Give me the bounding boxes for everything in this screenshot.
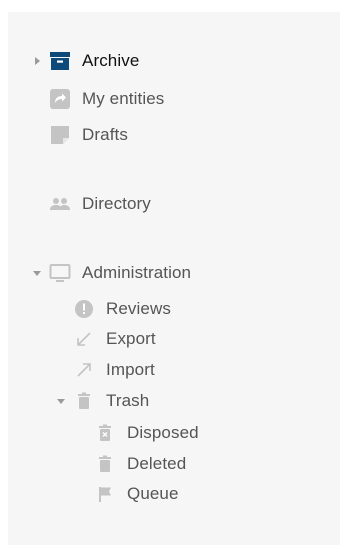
nav-item-import[interactable]: Import: [72, 355, 155, 385]
nav-item-label: Deleted: [127, 454, 187, 473]
nav-item-label: Archive: [82, 51, 140, 70]
arrow-down-left-icon: [72, 327, 96, 351]
alert-circle-icon: [72, 297, 96, 321]
nav-item-disposed[interactable]: Disposed: [93, 418, 199, 448]
share-icon: [48, 87, 72, 111]
nav-item-queue[interactable]: Queue: [93, 479, 179, 509]
nav-item-export[interactable]: Export: [72, 324, 156, 354]
nav-item-administration[interactable]: Administration: [32, 258, 191, 288]
trash-x-icon: [93, 421, 117, 445]
nav-item-label: My entities: [82, 89, 165, 108]
nav-item-deleted[interactable]: Deleted: [93, 449, 186, 479]
chevron-right-icon[interactable]: [32, 46, 42, 76]
people-icon: [48, 192, 72, 216]
nav-item-label: Reviews: [106, 299, 171, 318]
nav-item-label: Trash: [106, 391, 150, 410]
monitor-icon: [48, 261, 72, 285]
archive-icon: [48, 49, 72, 73]
trash-icon: [72, 389, 96, 413]
nav-item-label: Import: [106, 360, 155, 379]
nav-item-label: Drafts: [82, 125, 128, 144]
nav-item-label: Administration: [82, 263, 192, 282]
nav-item-label: Disposed: [127, 423, 199, 442]
draft-icon: [48, 123, 72, 147]
nav-item-label: Directory: [82, 194, 151, 213]
nav-item-reviews[interactable]: Reviews: [72, 294, 171, 324]
chevron-down-icon[interactable]: [56, 386, 66, 416]
nav-item-directory[interactable]: Directory: [48, 189, 151, 219]
nav-item-trash[interactable]: Trash: [56, 386, 149, 416]
nav-item-label: Queue: [127, 484, 179, 503]
chevron-down-icon[interactable]: [32, 258, 42, 288]
nav-item-drafts[interactable]: Drafts: [48, 120, 128, 150]
nav-item-my-entities[interactable]: My entities: [48, 84, 164, 114]
nav-item-archive[interactable]: Archive: [32, 46, 139, 76]
arrow-up-right-icon: [72, 358, 96, 382]
trash-icon: [93, 452, 117, 476]
flag-icon: [93, 482, 117, 506]
nav-item-label: Export: [106, 329, 156, 348]
